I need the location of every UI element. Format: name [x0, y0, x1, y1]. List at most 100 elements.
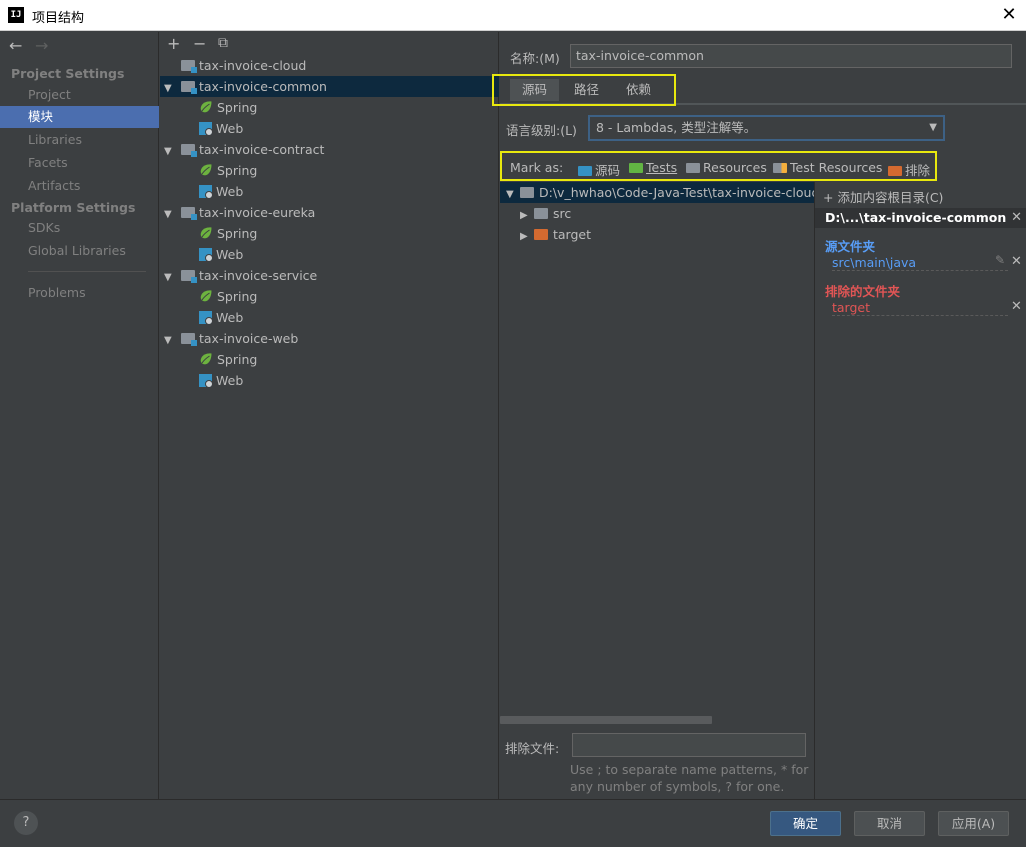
back-icon[interactable]: ← [9, 36, 22, 55]
source-folders-title: 源文件夹 [825, 239, 876, 254]
web-icon [199, 122, 213, 136]
facet-row-web[interactable]: Web [160, 244, 499, 265]
sidebar-item-sdks[interactable]: SDKs [0, 217, 159, 239]
tree-root-row[interactable]: ▼ D:\v_hwhao\Code-Java-Test\tax-invoice-c… [500, 182, 814, 203]
window-title: 项目结构 [32, 11, 85, 26]
spring-icon [200, 353, 212, 365]
facet-name: Web [216, 247, 244, 262]
source-folder-icon [578, 166, 592, 176]
module-row[interactable]: tax-invoice-cloud [160, 55, 499, 76]
forward-icon[interactable]: → [35, 36, 48, 55]
module-row[interactable]: ▼ tax-invoice-common [160, 76, 499, 97]
chevron-right-icon[interactable]: ▶ [520, 205, 534, 226]
dialog-button-bar: ? 确定 取消 应用(A) [0, 799, 1026, 847]
language-level-value: 8 - Lambdas, 类型注解等。 [596, 120, 757, 135]
chevron-down-icon[interactable]: ▼ [164, 141, 178, 162]
module-row[interactable]: ▼ tax-invoice-contract [160, 139, 499, 160]
close-icon[interactable]: ✕ [1011, 299, 1022, 314]
facet-name: Web [216, 310, 244, 325]
module-settings-panel: 名称:(M) tax-invoice-common 源码 路径 依赖 语言级别:… [492, 32, 1026, 799]
horizontal-scrollbar[interactable] [500, 716, 712, 724]
add-content-root-button[interactable]: + 添加内容根目录(C) [823, 187, 943, 206]
apply-button[interactable]: 应用(A) [938, 811, 1009, 836]
facet-name: Web [216, 184, 244, 199]
chevron-down-icon[interactable]: ▼ [506, 184, 520, 205]
ok-button[interactable]: 确定 [770, 811, 841, 836]
language-level-label: 语言级别:(L) [506, 123, 577, 138]
chevron-down-icon[interactable]: ▼ [164, 267, 178, 288]
spring-icon [200, 101, 212, 113]
module-icon [181, 60, 197, 73]
mark-sources-button[interactable]: 源码 [578, 160, 620, 179]
divider [28, 271, 146, 272]
facet-row-web[interactable]: Web [160, 307, 499, 328]
module-icon [181, 270, 197, 283]
mark-test-resources-button[interactable]: Test Resources [773, 160, 882, 175]
mark-resources-button[interactable]: Resources [686, 160, 767, 175]
mark-tests-button[interactable]: Tests [629, 160, 677, 175]
facet-name: Web [216, 373, 244, 388]
close-icon[interactable]: ✕ [1011, 254, 1022, 269]
module-row[interactable]: ▼ tax-invoice-web [160, 328, 499, 349]
excluded-folder-path[interactable]: target [832, 300, 1008, 316]
excluded-folders-title: 排除的文件夹 [825, 284, 901, 299]
sidebar-item-global-libraries[interactable]: Global Libraries [0, 240, 159, 262]
facet-row-spring[interactable]: Spring [160, 223, 499, 244]
web-icon [199, 185, 213, 199]
facet-row-spring[interactable]: Spring [160, 286, 499, 307]
facet-row-spring[interactable]: Spring [160, 349, 499, 370]
nav-group-project-settings: Project Settings [11, 66, 125, 81]
excluded-folder-icon [534, 229, 548, 240]
remove-icon[interactable]: − [193, 34, 206, 53]
facet-row-web[interactable]: Web [160, 370, 499, 391]
chevron-right-icon[interactable]: ▶ [520, 226, 534, 247]
module-name: tax-invoice-cloud [199, 58, 307, 73]
sidebar-item-modules[interactable]: 模块 [0, 106, 159, 128]
tab-paths[interactable]: 路径 [562, 79, 611, 101]
spring-icon [200, 227, 212, 239]
module-tree-panel: + − ⧉ tax-invoice-cloud ▼ tax-invoice-comm… [160, 32, 499, 799]
settings-sidebar: ← → Project Settings Project 模块 Librarie… [0, 32, 159, 799]
tree-row-target[interactable]: ▶ target [520, 224, 591, 245]
sidebar-item-problems[interactable]: Problems [0, 282, 159, 304]
chevron-down-icon[interactable]: ▼ [164, 330, 178, 351]
module-row[interactable]: ▼ tax-invoice-service [160, 265, 499, 286]
facet-row-web[interactable]: Web [160, 118, 499, 139]
add-icon: + [823, 190, 838, 205]
source-folder-path[interactable]: src\main\java [832, 255, 1008, 271]
facet-row-spring[interactable]: Spring [160, 160, 499, 181]
help-button[interactable]: ? [14, 811, 38, 835]
resources-folder-icon [686, 163, 700, 173]
chevron-down-icon[interactable]: ▼ [164, 78, 178, 99]
tab-sources[interactable]: 源码 [510, 79, 560, 101]
spring-icon [200, 290, 212, 302]
sidebar-item-libraries[interactable]: Libraries [0, 129, 159, 151]
content-root-tree: ▼ D:\v_hwhao\Code-Java-Test\tax-invoice-c… [500, 182, 814, 749]
tab-dependencies[interactable]: 依赖 [614, 79, 663, 101]
edit-icon[interactable]: ✎ [995, 253, 1005, 267]
sidebar-item-artifacts[interactable]: Artifacts [0, 175, 159, 197]
sidebar-item-facets[interactable]: Facets [0, 152, 159, 174]
facet-row-web[interactable]: Web [160, 181, 499, 202]
module-name-input[interactable]: tax-invoice-common [570, 44, 1012, 68]
facet-name: Spring [217, 100, 258, 115]
tree-row-src[interactable]: ▶ src [520, 203, 571, 224]
title-bar: IJ 项目结构 ✕ [0, 0, 1026, 31]
exclude-files-input[interactable] [572, 733, 806, 757]
nav-group-platform-settings: Platform Settings [11, 200, 136, 215]
facet-row-spring[interactable]: Spring [160, 97, 499, 118]
mark-excluded-button[interactable]: 排除 [888, 160, 930, 179]
copy-icon[interactable]: ⧉ [218, 35, 228, 51]
content-roots-panel: + 添加内容根目录(C) D:\...\tax-invoice-common ✕… [814, 182, 1026, 799]
language-level-select[interactable]: 8 - Lambdas, 类型注解等。 ▼ [588, 115, 945, 141]
close-icon[interactable]: ✕ [998, 4, 1020, 26]
spring-icon [200, 164, 212, 176]
mark-as-toolbar: Mark as: 源码 Tests Resources Test Resourc… [500, 151, 1026, 181]
close-icon[interactable]: ✕ [1011, 208, 1022, 228]
cancel-button[interactable]: 取消 [854, 811, 925, 836]
chevron-down-icon[interactable]: ▼ [164, 204, 178, 225]
sidebar-item-project[interactable]: Project [0, 84, 159, 106]
chevron-down-icon: ▼ [929, 122, 937, 133]
module-row[interactable]: ▼ tax-invoice-eureka [160, 202, 499, 223]
add-icon[interactable]: + [167, 34, 180, 53]
